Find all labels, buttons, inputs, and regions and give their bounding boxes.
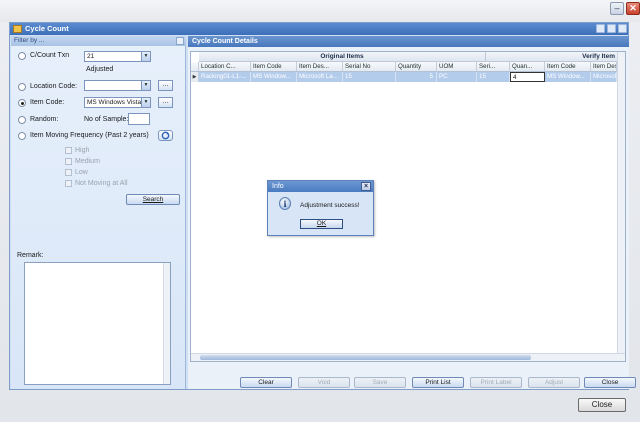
col-verify-serial[interactable]: Seri... — [477, 62, 510, 72]
cell-verify-item-description[interactable]: Microsoft La... — [591, 72, 617, 82]
row-selector-header — [191, 62, 199, 72]
inner-close-icon[interactable] — [618, 24, 627, 33]
remark-scrollbar[interactable] — [163, 263, 170, 384]
chevron-down-icon[interactable]: ▼ — [141, 52, 150, 61]
remark-label: Remark: — [17, 252, 44, 259]
remark-textarea[interactable] — [24, 262, 171, 385]
minimize-icon[interactable]: – — [610, 2, 624, 15]
sample-label: No of Sample: — [84, 116, 129, 123]
location-browse-button[interactable]: … — [158, 80, 173, 91]
radio-random[interactable] — [18, 116, 26, 124]
filter-header-label: Filter by ... — [14, 37, 45, 44]
col-verify-item-description[interactable]: Item Descr — [591, 62, 617, 72]
cc-txn-status: Adjusted — [86, 66, 114, 73]
cell-quantity[interactable]: 5 — [396, 72, 437, 82]
print-list-button[interactable]: Print List — [412, 377, 464, 388]
details-header: Cycle Count Details — [188, 36, 629, 47]
group-original-items: Original Items — [199, 52, 486, 62]
scroll-thumb[interactable] — [200, 355, 531, 360]
inner-restore-icon[interactable] — [607, 24, 616, 33]
close-icon[interactable]: ✕ — [626, 2, 640, 15]
chevron-down-icon[interactable]: ▼ — [141, 81, 150, 90]
col-verify-quantity[interactable]: Quan... — [510, 62, 545, 72]
freq-low-label: Low — [75, 169, 88, 176]
dialog-close-icon[interactable]: × — [361, 182, 371, 191]
row-indicator: ▶ — [191, 72, 199, 82]
checkbox-low[interactable] — [65, 169, 72, 176]
search-button[interactable]: Search — [126, 194, 180, 205]
app-icon — [13, 25, 22, 33]
cc-txn-value: 21 — [87, 53, 95, 60]
radio-moving-frequency[interactable] — [18, 132, 26, 140]
dialog-title: Info — [268, 181, 373, 192]
item-browse-button[interactable]: … — [158, 97, 173, 108]
outer-close-button[interactable]: Close — [578, 398, 626, 412]
freq-medium-label: Medium — [75, 158, 100, 165]
info-dialog: Info × i Adjustment success! OK — [267, 180, 374, 236]
radio-location-code[interactable] — [18, 83, 26, 91]
refresh-icon[interactable] — [158, 130, 173, 141]
cc-txn-label: C/Count Txn — [30, 52, 70, 59]
details-grid: Original Items Verify Item Location C...… — [190, 51, 626, 362]
dialog-ok-button[interactable]: OK — [300, 219, 343, 229]
window-title: Cycle Count — [25, 24, 69, 33]
grid-horizontal-scrollbar[interactable] — [191, 353, 625, 361]
group-verify-items: Verify Item — [486, 52, 617, 62]
col-uom[interactable]: UOM — [437, 62, 477, 72]
location-code-dropdown[interactable]: ▼ — [84, 80, 151, 91]
col-item-description[interactable]: Item Des... — [297, 62, 343, 72]
grid-vertical-scrollbar[interactable] — [617, 52, 625, 353]
item-code-dropdown[interactable]: MS Windows Vista ▼ — [84, 97, 151, 108]
freq-not-moving-label: Not Moving at All — [75, 180, 128, 187]
pin-icon[interactable] — [176, 37, 184, 45]
clear-button[interactable]: Clear — [240, 377, 292, 388]
cell-location-code[interactable]: Racking01-L1-... — [199, 72, 251, 82]
cell-serial-no[interactable]: 15 — [343, 72, 396, 82]
cc-txn-dropdown[interactable]: 21 ▼ — [84, 51, 151, 62]
moving-frequency-label: Item Moving Frequency (Past 2 years) — [30, 132, 149, 139]
checkbox-medium[interactable] — [65, 158, 72, 165]
cell-uom[interactable]: PC — [437, 72, 477, 82]
app-title-strip — [0, 0, 640, 22]
cell-item-code[interactable]: MS Window... — [251, 72, 297, 82]
close-button[interactable]: Close — [584, 377, 636, 388]
item-code-label: Item Code: — [30, 99, 65, 106]
void-button[interactable]: Void — [298, 377, 350, 388]
chevron-down-icon[interactable]: ▼ — [141, 98, 150, 107]
checkbox-high[interactable] — [65, 147, 72, 154]
col-location-code[interactable]: Location C... — [199, 62, 251, 72]
print-label-button[interactable]: Print Label — [470, 377, 522, 388]
col-quantity[interactable]: Quantity — [396, 62, 437, 72]
dialog-message: Adjustment success! — [300, 202, 360, 209]
filter-header: Filter by ... — [11, 36, 186, 46]
cell-item-description[interactable]: Microsoft La... — [297, 72, 343, 82]
save-button[interactable]: Save — [354, 377, 406, 388]
freq-high-label: High — [75, 147, 90, 154]
cell-verify-serial[interactable]: 15 — [477, 72, 510, 82]
sample-input[interactable] — [128, 113, 150, 125]
col-item-code[interactable]: Item Code — [251, 62, 297, 72]
random-label: Random: — [30, 116, 59, 123]
col-serial-no[interactable]: Serial No — [343, 62, 396, 72]
radio-item-code[interactable] — [18, 99, 26, 107]
details-panel: Cycle Count Details Original Items Verif… — [188, 36, 636, 389]
radio-cc-txn[interactable] — [18, 52, 26, 60]
location-code-label: Location Code: — [30, 83, 78, 90]
item-code-value: MS Windows Vista — [87, 99, 142, 106]
checkbox-not-moving[interactable] — [65, 180, 72, 187]
col-verify-item-code[interactable]: Item Code — [545, 62, 591, 72]
cell-verify-quantity-input[interactable]: 4 — [510, 72, 545, 82]
inner-minimize-icon[interactable] — [596, 24, 605, 33]
window-title-bar: Cycle Count — [10, 23, 628, 35]
cell-verify-item-code[interactable]: MS Window... — [545, 72, 591, 82]
adjust-button[interactable]: Adjust — [528, 377, 580, 388]
info-icon: i — [279, 197, 291, 210]
